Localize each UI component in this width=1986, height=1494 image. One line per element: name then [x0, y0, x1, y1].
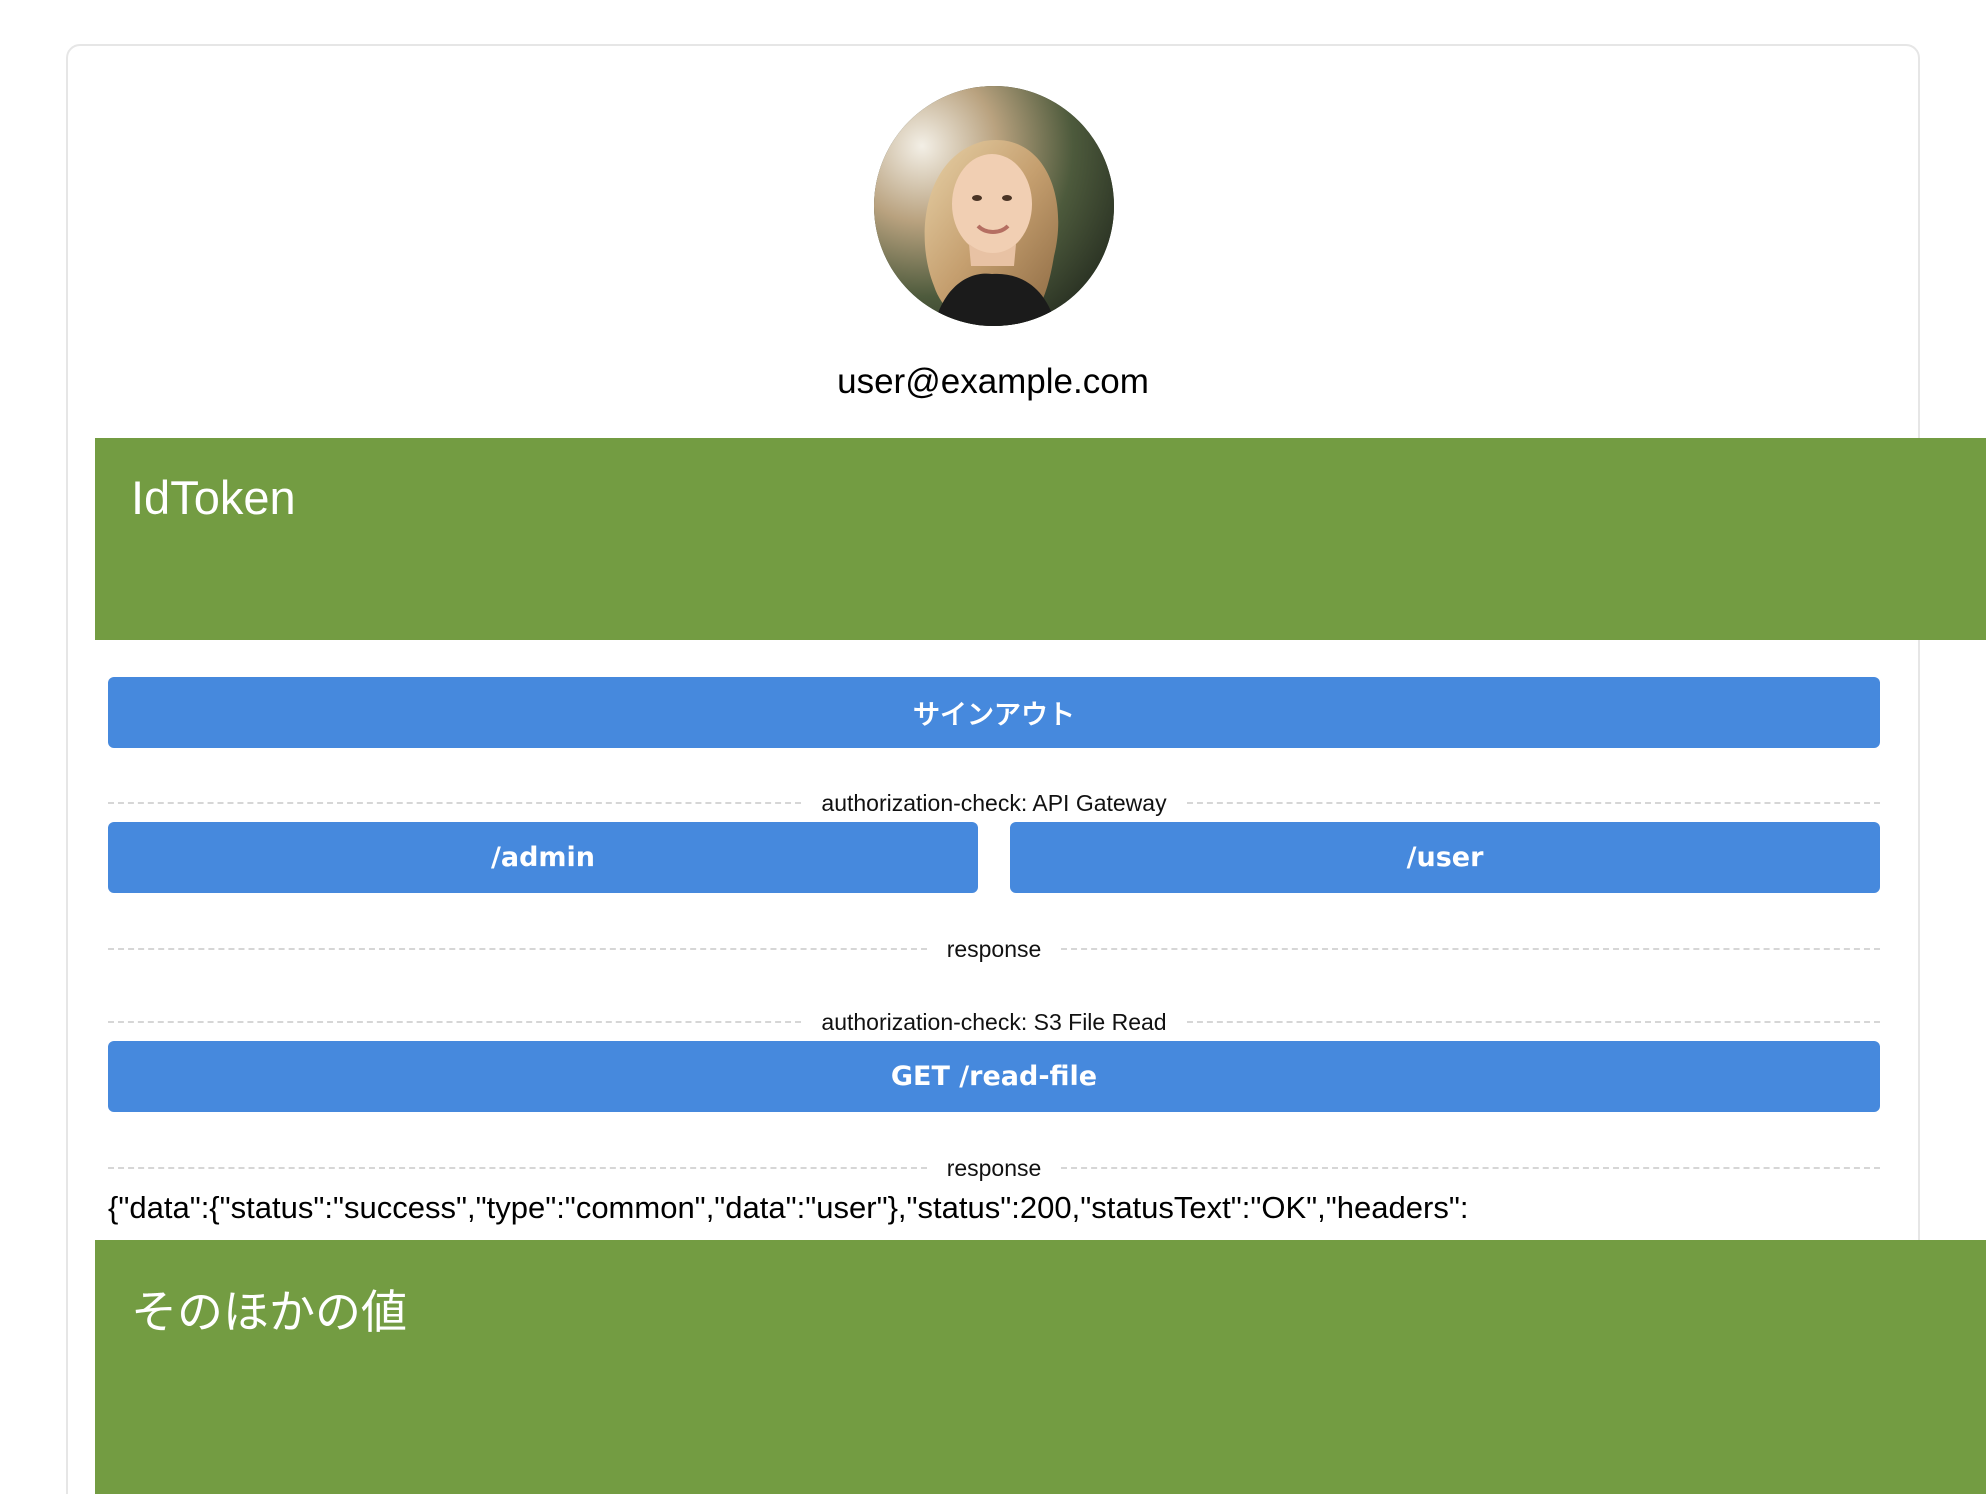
signout-button[interactable]: サインアウト: [108, 677, 1880, 748]
read-file-response: {"data":{"status":"success","type":"comm…: [108, 1190, 1469, 1225]
s3-label: authorization-check: S3 File Read: [821, 1008, 1167, 1035]
response-label: response: [946, 1154, 1042, 1181]
api-gateway-divider: authorization-check: API Gateway: [108, 788, 1880, 818]
divider-line: [1186, 802, 1880, 804]
divider-line: [108, 1167, 927, 1169]
divider-line: [1061, 948, 1880, 950]
divider-line: [1061, 1167, 1880, 1169]
response-divider-api: response: [108, 934, 1880, 964]
user-email: user@example.com: [837, 362, 1149, 401]
response-divider-s3: response: [108, 1153, 1880, 1183]
divider-line: [108, 802, 802, 804]
user-button[interactable]: /user: [1010, 822, 1880, 893]
divider-line: [1186, 1021, 1880, 1023]
avatar: [874, 86, 1114, 326]
page: user@example.com IdToken サインアウト authoriz…: [0, 0, 1986, 1494]
divider-line: [108, 1021, 802, 1023]
admin-button[interactable]: /admin: [108, 822, 978, 893]
other-values-title: そのほかの値: [131, 1285, 407, 1339]
idtoken-panel: IdToken: [95, 438, 1986, 640]
user-photo-icon: [874, 86, 1114, 326]
response-label: response: [946, 935, 1042, 962]
read-file-button[interactable]: GET /read-file: [108, 1041, 1880, 1112]
other-values-panel: そのほかの値: [95, 1240, 1986, 1494]
s3-divider: authorization-check: S3 File Read: [108, 1007, 1880, 1037]
idtoken-title: IdToken: [131, 471, 296, 524]
api-gateway-label: authorization-check: API Gateway: [821, 789, 1167, 816]
divider-line: [108, 948, 927, 950]
